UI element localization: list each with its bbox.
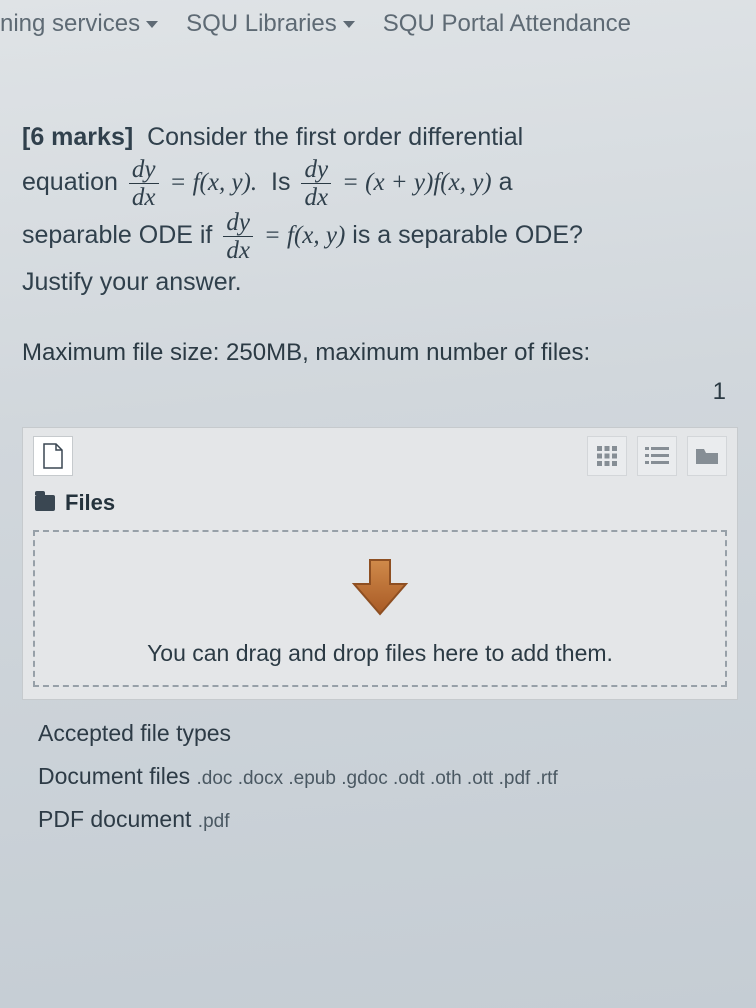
eq: = (x + y)f(x, y) bbox=[342, 169, 492, 196]
q-text: is a separable ODE? bbox=[352, 221, 583, 249]
view-grid-button[interactable] bbox=[587, 436, 627, 476]
q-text: Justify your answer. bbox=[22, 268, 242, 296]
menu-label: SQU Libraries bbox=[186, 10, 337, 38]
q-text: separable ODE if bbox=[22, 221, 212, 249]
top-menu: ning services SQU Libraries SQU Portal A… bbox=[0, 0, 756, 48]
file-icon bbox=[42, 443, 64, 469]
marks-label: [6 marks] bbox=[22, 123, 133, 151]
add-file-button[interactable] bbox=[33, 436, 73, 476]
type-label: PDF document bbox=[38, 806, 191, 832]
file-panel: Files You can drag and drop files here t… bbox=[22, 427, 738, 700]
menu-item-attendance[interactable]: SQU Portal Attendance bbox=[383, 10, 631, 38]
numerator: dy bbox=[129, 157, 159, 183]
files-label: Files bbox=[65, 490, 115, 516]
folder-icon bbox=[695, 446, 719, 466]
main-content: [6 marks] Consider the first order diffe… bbox=[0, 48, 756, 839]
numerator: dy bbox=[301, 157, 331, 183]
type-exts: .pdf bbox=[198, 811, 230, 832]
denominator: dx bbox=[301, 183, 331, 210]
accepted-types: Accepted file types Document files .doc … bbox=[22, 700, 738, 839]
q-text: equation bbox=[22, 168, 118, 196]
menu-item-libraries[interactable]: SQU Libraries bbox=[186, 10, 355, 38]
grid-icon bbox=[596, 445, 618, 467]
menu-label: ning services bbox=[0, 10, 140, 38]
view-tree-button[interactable] bbox=[687, 436, 727, 476]
denominator: dx bbox=[223, 236, 253, 263]
numerator: dy bbox=[223, 210, 253, 236]
fraction-icon: dy dx bbox=[301, 157, 331, 210]
denominator: dx bbox=[129, 183, 159, 210]
menu-label: SQU Portal Attendance bbox=[383, 10, 631, 38]
view-list-button[interactable] bbox=[637, 436, 677, 476]
question-text: [6 marks] Consider the first order diffe… bbox=[22, 118, 738, 302]
type-label: Document files bbox=[38, 763, 190, 789]
type-exts: .doc .docx .epub .gdoc .odt .oth .ott .p… bbox=[197, 768, 558, 789]
files-section-header: Files bbox=[23, 484, 737, 530]
q-text: a bbox=[499, 168, 513, 196]
file-toolbar bbox=[23, 428, 737, 484]
download-arrow-icon bbox=[345, 552, 415, 622]
drop-zone[interactable]: You can drag and drop files here to add … bbox=[33, 530, 727, 687]
fraction-icon: dy dx bbox=[223, 210, 253, 263]
menu-item-services[interactable]: ning services bbox=[0, 10, 158, 38]
accepted-row-doc: Document files .doc .docx .epub .gdoc .o… bbox=[38, 757, 722, 796]
folder-icon bbox=[35, 495, 55, 511]
accepted-row-pdf: PDF document .pdf bbox=[38, 800, 722, 839]
accepted-header: Accepted file types bbox=[38, 714, 722, 753]
q-text: Is bbox=[271, 168, 290, 196]
upload-limits: Maximum file size: 250MB, maximum number… bbox=[22, 336, 738, 409]
chevron-down-icon bbox=[343, 21, 355, 28]
fraction-icon: dy dx bbox=[129, 157, 159, 210]
list-icon bbox=[645, 446, 669, 466]
q-text: Consider the first order differential bbox=[147, 123, 523, 151]
eq: = f(x, y). bbox=[169, 169, 257, 196]
eq: = f(x, y) bbox=[264, 222, 345, 249]
chevron-down-icon bbox=[146, 21, 158, 28]
drop-text: You can drag and drop files here to add … bbox=[147, 640, 613, 667]
limits-text: Maximum file size: 250MB, maximum number… bbox=[22, 336, 738, 370]
max-files: 1 bbox=[22, 375, 738, 409]
